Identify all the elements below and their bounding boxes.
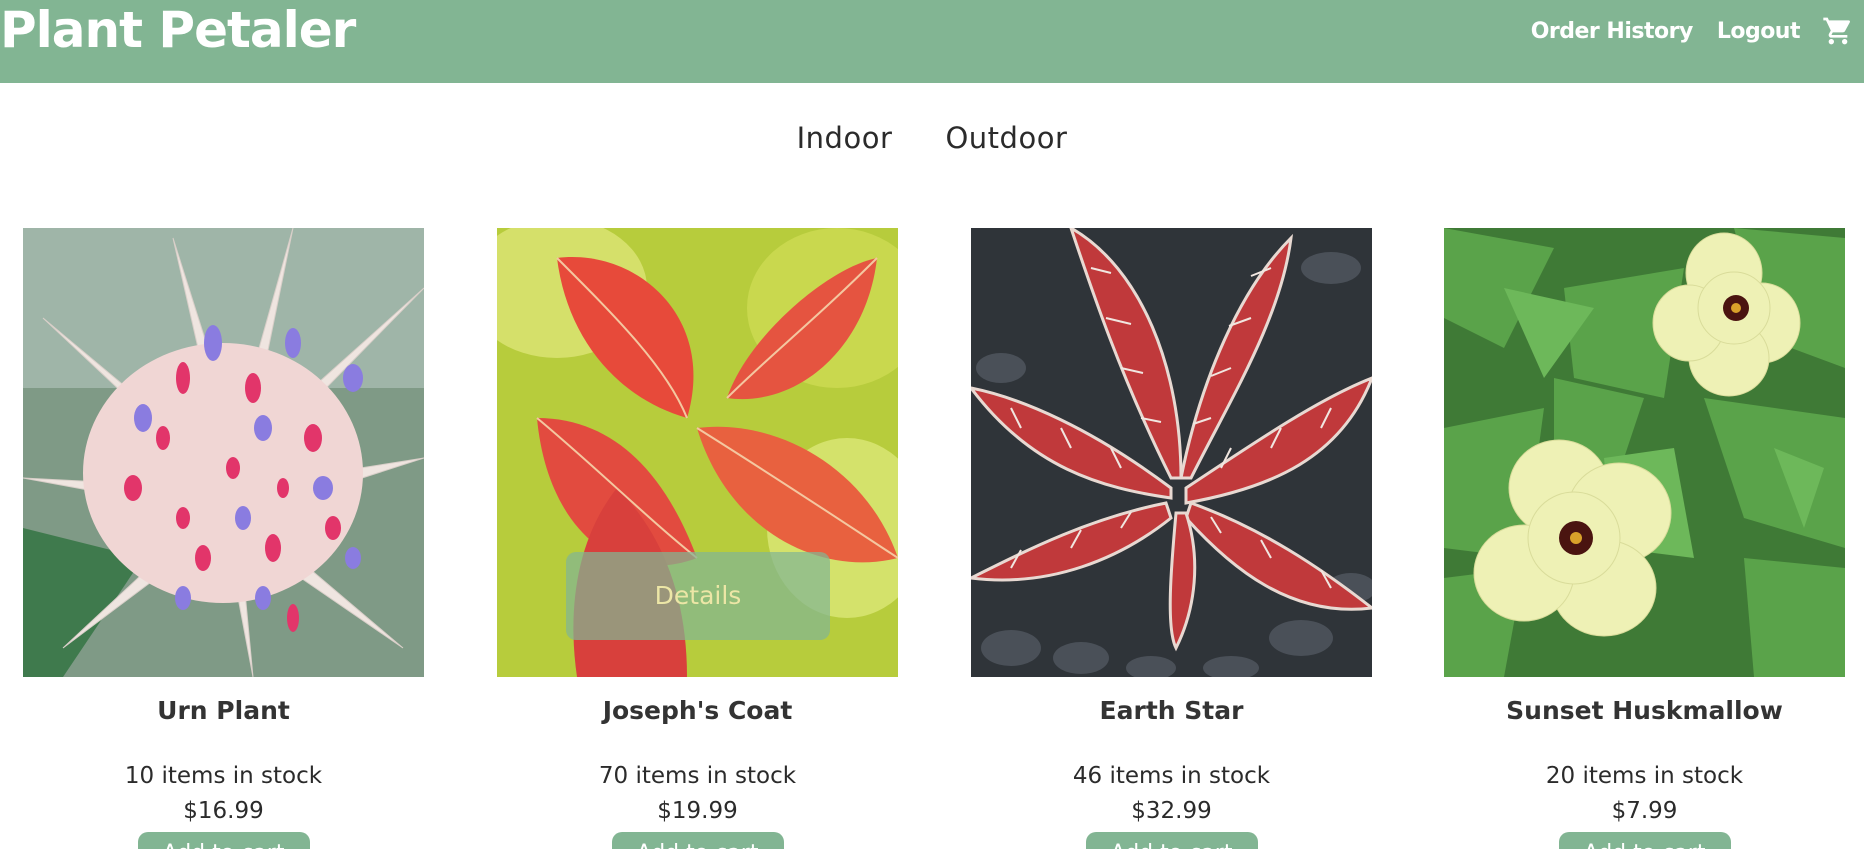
product-stock: 46 items in stock — [1072, 763, 1271, 789]
product-price: $16.99 — [183, 798, 264, 824]
category-outdoor[interactable]: Outdoor — [945, 115, 1067, 161]
product-stock: 70 items in stock — [598, 763, 797, 789]
product-card: Sunset Huskmallow 20 items in stock $7.9… — [1444, 228, 1845, 849]
product-card: Urn Plant 10 items in stock $16.99 Add t… — [23, 228, 424, 849]
product-price: $19.99 — [657, 798, 738, 824]
product-stock: 20 items in stock — [1545, 763, 1744, 789]
product-stock: 10 items in stock — [124, 763, 323, 789]
product-image-sunset-huskmallow[interactable] — [1444, 228, 1845, 677]
category-indoor[interactable]: Indoor — [797, 115, 893, 161]
product-price: $32.99 — [1131, 798, 1212, 824]
nav-right: Order History Logout — [1507, 12, 1854, 50]
brand-logo-text[interactable]: Plant Petaler — [0, 0, 356, 60]
details-button[interactable]: Details — [566, 552, 830, 640]
add-to-cart-button[interactable]: Add to cart — [1085, 832, 1258, 849]
shopping-cart-icon[interactable] — [1822, 15, 1854, 47]
product-card: Earth Star 46 items in stock $32.99 Add … — [971, 228, 1372, 849]
product-image-urn-plant[interactable] — [23, 228, 424, 677]
category-nav: Indoor Outdoor — [0, 115, 1864, 161]
product-image-earth-star[interactable] — [971, 228, 1372, 677]
product-name: Urn Plant — [157, 696, 290, 725]
product-name: Sunset Huskmallow — [1506, 696, 1783, 725]
add-to-cart-button[interactable]: Add to cart — [1558, 832, 1731, 849]
product-price: $7.99 — [1611, 798, 1678, 824]
top-navbar: Plant Petaler Order History Logout — [0, 0, 1864, 83]
product-name: Earth Star — [1099, 696, 1244, 725]
order-history-link[interactable]: Order History — [1531, 19, 1694, 44]
logout-link[interactable]: Logout — [1717, 19, 1801, 44]
add-to-cart-button[interactable]: Add to cart — [137, 832, 310, 849]
product-card: Details Joseph's Coat 70 items in stock … — [497, 228, 898, 849]
product-name: Joseph's Coat — [602, 696, 793, 725]
add-to-cart-button[interactable]: Add to cart — [611, 832, 784, 849]
product-image-josephs-coat[interactable]: Details — [497, 228, 898, 677]
